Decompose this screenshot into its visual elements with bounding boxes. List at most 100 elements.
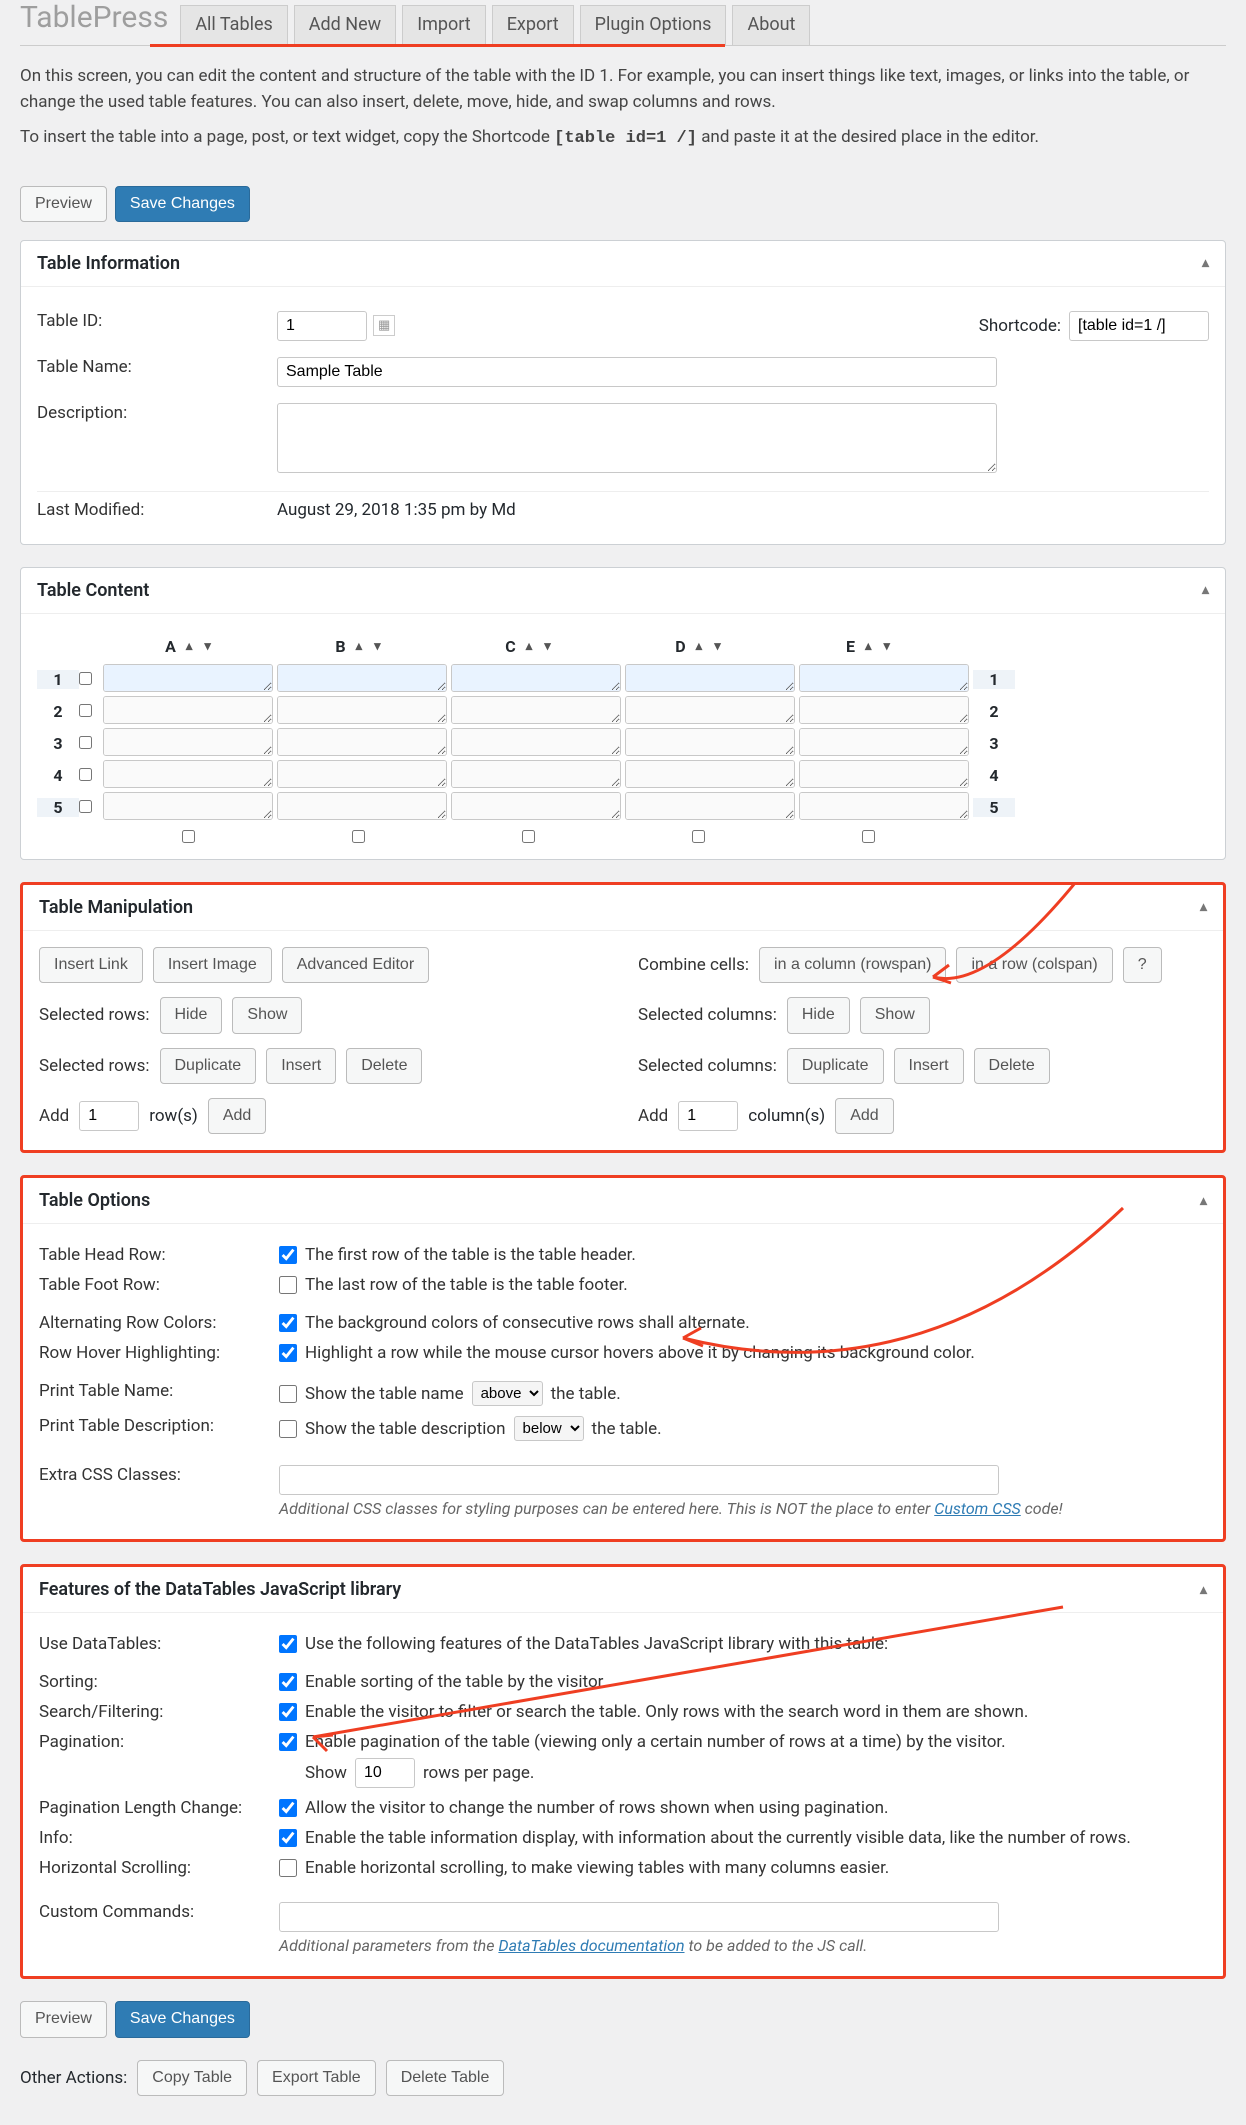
- cell-input[interactable]: [277, 792, 447, 820]
- cell-input[interactable]: [451, 728, 621, 756]
- foot-row-checkbox[interactable]: [279, 1276, 297, 1294]
- rows-hide-button[interactable]: Hide: [160, 997, 223, 1033]
- cell-input[interactable]: [799, 728, 969, 756]
- row-select-checkbox[interactable]: [79, 704, 92, 717]
- tab-plugin-options[interactable]: Plugin Options: [580, 5, 727, 45]
- search-checkbox[interactable]: [279, 1703, 297, 1721]
- collapse-icon[interactable]: ▴: [1200, 899, 1207, 915]
- cell-input[interactable]: [625, 792, 795, 820]
- preview-button[interactable]: Preview: [20, 186, 107, 222]
- hover-checkbox[interactable]: [279, 1344, 297, 1362]
- cell-input[interactable]: [625, 760, 795, 788]
- col-letter[interactable]: A: [165, 637, 176, 656]
- add-cols-input[interactable]: [678, 1101, 738, 1131]
- row-number[interactable]: 1: [37, 670, 79, 689]
- delete-table-button[interactable]: Delete Table: [386, 2060, 505, 2096]
- tab-about[interactable]: About: [732, 5, 810, 45]
- info-checkbox[interactable]: [279, 1829, 297, 1847]
- collapse-icon[interactable]: ▴: [1202, 582, 1209, 598]
- cell-input[interactable]: [625, 728, 795, 756]
- cell-input[interactable]: [103, 664, 273, 692]
- tab-add-new[interactable]: Add New: [294, 5, 396, 45]
- row-select-checkbox[interactable]: [79, 768, 92, 781]
- tab-export[interactable]: Export: [492, 5, 574, 45]
- combine-colspan-button[interactable]: in a row (colspan): [956, 947, 1112, 983]
- collapse-icon[interactable]: ▴: [1200, 1193, 1207, 1209]
- hscroll-checkbox[interactable]: [279, 1859, 297, 1877]
- col-select-checkbox[interactable]: [692, 830, 705, 843]
- cell-input[interactable]: [625, 664, 795, 692]
- cell-input[interactable]: [103, 728, 273, 756]
- custom-css-link[interactable]: Custom CSS: [934, 1499, 1021, 1518]
- col-letter[interactable]: D: [675, 637, 685, 656]
- row-select-checkbox[interactable]: [79, 800, 92, 813]
- cols-insert-button[interactable]: Insert: [894, 1048, 964, 1084]
- head-row-checkbox[interactable]: [279, 1246, 297, 1264]
- cell-input[interactable]: [277, 664, 447, 692]
- table-name-input[interactable]: [277, 357, 997, 387]
- cols-hide-button[interactable]: Hide: [787, 997, 850, 1033]
- copy-icon[interactable]: ▦: [373, 315, 395, 336]
- rows-insert-button[interactable]: Insert: [266, 1048, 336, 1084]
- add-cols-button[interactable]: Add: [835, 1098, 893, 1134]
- cell-input[interactable]: [799, 696, 969, 724]
- plc-checkbox[interactable]: [279, 1799, 297, 1817]
- extra-css-input[interactable]: [279, 1465, 999, 1495]
- cell-input[interactable]: [451, 696, 621, 724]
- print-desc-position-select[interactable]: below: [514, 1416, 584, 1441]
- custom-commands-input[interactable]: [279, 1902, 999, 1932]
- cell-input[interactable]: [277, 728, 447, 756]
- sort-desc-icon[interactable]: ▾: [204, 639, 211, 654]
- cell-input[interactable]: [103, 792, 273, 820]
- alt-colors-checkbox[interactable]: [279, 1314, 297, 1332]
- tab-all-tables[interactable]: All Tables: [180, 5, 287, 45]
- col-letter[interactable]: E: [846, 637, 855, 656]
- rows-duplicate-button[interactable]: Duplicate: [160, 1048, 257, 1084]
- combine-rowspan-button[interactable]: in a column (rowspan): [759, 947, 946, 983]
- cols-duplicate-button[interactable]: Duplicate: [787, 1048, 884, 1084]
- export-table-button[interactable]: Export Table: [257, 2060, 376, 2096]
- row-number[interactable]: 4: [37, 766, 79, 785]
- rows-show-button[interactable]: Show: [232, 997, 302, 1033]
- row-select-checkbox[interactable]: [79, 672, 92, 685]
- sort-desc-icon[interactable]: ▾: [714, 639, 721, 654]
- insert-link-button[interactable]: Insert Link: [39, 947, 143, 983]
- col-letter[interactable]: C: [505, 637, 515, 656]
- rows-per-page-input[interactable]: [355, 1758, 415, 1788]
- cell-input[interactable]: [277, 696, 447, 724]
- col-select-checkbox[interactable]: [352, 830, 365, 843]
- row-number[interactable]: 3: [37, 734, 79, 753]
- table-description-input[interactable]: [277, 403, 997, 473]
- add-rows-button[interactable]: Add: [208, 1098, 266, 1134]
- sort-asc-icon[interactable]: ▴: [186, 639, 193, 654]
- collapse-icon[interactable]: ▴: [1202, 255, 1209, 271]
- save-changes-button-bottom[interactable]: Save Changes: [115, 2001, 250, 2037]
- table-id-input[interactable]: [277, 311, 367, 341]
- sort-desc-icon[interactable]: ▾: [544, 639, 551, 654]
- sort-asc-icon[interactable]: ▴: [526, 639, 533, 654]
- cols-show-button[interactable]: Show: [860, 997, 930, 1033]
- insert-image-button[interactable]: Insert Image: [153, 947, 272, 983]
- sort-asc-icon[interactable]: ▴: [696, 639, 703, 654]
- cell-input[interactable]: [277, 760, 447, 788]
- cols-delete-button[interactable]: Delete: [974, 1048, 1050, 1084]
- dt-doc-link[interactable]: DataTables documentation: [498, 1936, 684, 1955]
- collapse-icon[interactable]: ▴: [1200, 1582, 1207, 1598]
- use-dt-checkbox[interactable]: [279, 1635, 297, 1653]
- col-select-checkbox[interactable]: [522, 830, 535, 843]
- cell-input[interactable]: [103, 696, 273, 724]
- copy-table-button[interactable]: Copy Table: [137, 2060, 247, 2096]
- print-name-position-select[interactable]: above: [472, 1381, 543, 1406]
- print-name-checkbox[interactable]: [279, 1385, 297, 1403]
- add-rows-input[interactable]: [79, 1101, 139, 1131]
- row-number[interactable]: 5: [37, 798, 79, 817]
- col-letter[interactable]: B: [335, 637, 345, 656]
- cell-input[interactable]: [103, 760, 273, 788]
- sort-asc-icon[interactable]: ▴: [356, 639, 363, 654]
- tab-import[interactable]: Import: [402, 5, 485, 45]
- preview-button-bottom[interactable]: Preview: [20, 2001, 107, 2037]
- cell-input[interactable]: [799, 792, 969, 820]
- cell-input[interactable]: [451, 760, 621, 788]
- sort-desc-icon[interactable]: ▾: [884, 639, 891, 654]
- col-select-checkbox[interactable]: [862, 830, 875, 843]
